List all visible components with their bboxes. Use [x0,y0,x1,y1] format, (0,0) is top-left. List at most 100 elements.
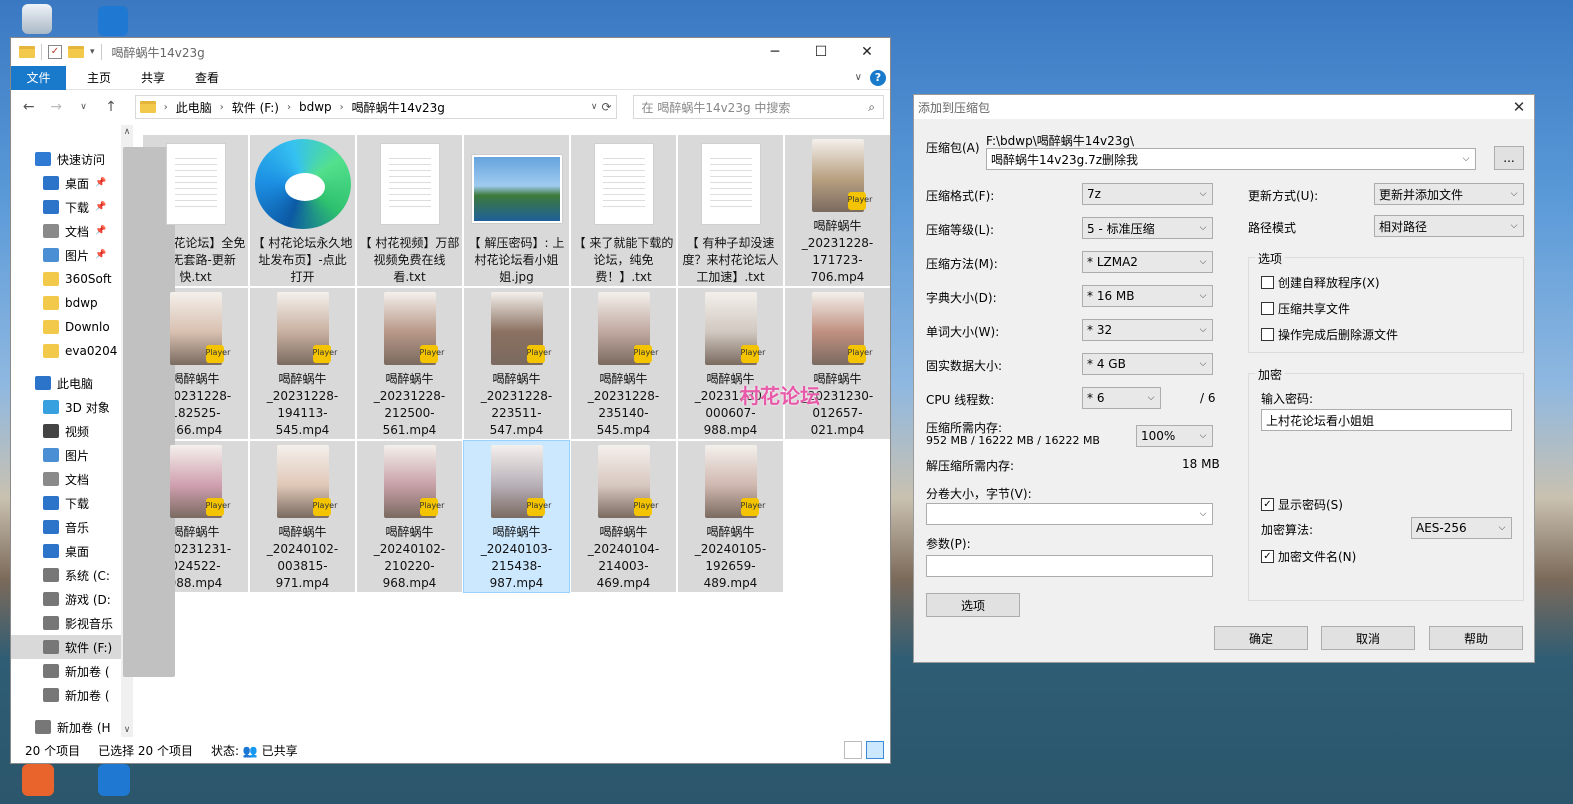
pin-icon[interactable]: 📌 [95,226,106,236]
expand-ribbon-icon[interactable]: ∨ [855,72,862,83]
file-item[interactable]: Player 喝醉蜗牛_20231230-000607-988.mp4 [678,288,783,439]
sidebar-item[interactable]: 视频 [11,419,121,443]
taskbar-app-icon[interactable] [22,764,54,796]
sidebar-item[interactable]: 影视音乐 [11,611,121,635]
format-select[interactable]: 7z ⌵ [1082,183,1213,205]
new-folder-icon[interactable] [68,46,84,58]
sidebar-item[interactable]: 音乐 [11,515,121,539]
help-icon[interactable]: ? [870,69,886,86]
cancel-button[interactable]: 取消 [1321,626,1415,650]
desktop-app-icon[interactable] [98,6,128,36]
enc-method-select[interactable]: AES-256 ⌵ [1411,517,1512,539]
tab-file[interactable]: 文件 [11,65,66,90]
close-icon[interactable]: ✕ [1504,98,1534,116]
breadcrumb-item[interactable]: 软件 (F:) [232,99,279,116]
file-item[interactable]: Player 喝醉蜗牛_20231230-012657-021.mp4 [785,288,890,439]
maximize-icon[interactable]: ☐ [798,38,844,66]
pin-icon[interactable]: 📌 [95,178,106,188]
file-item[interactable]: 【 解压密码】: 上村花论坛看小姐姐.jpg [464,135,569,286]
close-icon[interactable]: ✕ [844,38,890,66]
recycle-bin-icon[interactable] [22,4,52,34]
tab-home[interactable]: 主页 [72,66,126,90]
compress-shared-checkbox[interactable]: 压缩共享文件 [1261,300,1350,317]
chevron-down-icon[interactable]: ∨ [591,102,598,112]
sidebar-item[interactable]: 文档 📌 [11,219,121,243]
file-item[interactable]: Player 喝醉蜗牛_20240103-215438-987.mp4 [463,440,570,593]
scroll-down-icon[interactable]: ∨ [121,725,133,735]
search-icon[interactable]: ⌕ [868,100,875,115]
options-button[interactable]: 选项 [926,593,1020,617]
delete-source-checkbox[interactable]: 操作完成后删除源文件 [1261,326,1398,343]
details-view-icon[interactable] [844,741,862,759]
cpu-select[interactable]: * 6 ⌵ [1082,387,1161,409]
file-item[interactable]: 【 村花视频】万部视频免费在线看.txt [357,135,462,286]
sidebar-scrollbar[interactable]: ∧ ∨ [121,125,175,737]
up-arrow-icon[interactable]: ↑ [99,99,122,115]
forward-arrow-icon[interactable]: → [44,99,67,115]
sidebar-item[interactable]: 新加卷 ( [11,683,121,707]
show-password-checkbox[interactable]: ✓ 显示密码(S) [1261,496,1343,513]
file-item[interactable]: Player 喝醉蜗牛_20231228-223511-547.mp4 [464,288,569,439]
taskbar-app-icon[interactable] [98,764,130,796]
solid-select[interactable]: * 4 GB ⌵ [1082,353,1213,375]
chevron-down-icon[interactable]: ▾ [90,47,95,57]
file-item[interactable]: Player 喝醉蜗牛_20231228-194113-545.mp4 [250,288,355,439]
sidebar-item[interactable]: 新加卷 (H [11,715,121,737]
checkbox-box[interactable] [1261,276,1274,289]
sidebar-item[interactable]: 下载 [11,491,121,515]
sidebar-item[interactable]: bdwp [11,291,121,315]
file-item[interactable]: Player 喝醉蜗牛_20240102-210220-968.mp4 [357,441,462,592]
sidebar-item[interactable]: eva0204 [11,339,121,363]
sidebar-item[interactable]: 桌面 [11,539,121,563]
method-select[interactable]: * LZMA2 ⌵ [1082,251,1213,273]
params-input[interactable] [926,555,1213,577]
tab-share[interactable]: 共享 [126,66,180,90]
breadcrumb-item[interactable]: 喝醉蜗牛14v23g [352,99,445,116]
checkbox-box[interactable] [1261,328,1274,341]
sidebar-item[interactable]: 下载 📌 [11,195,121,219]
chevron-down-icon[interactable]: ⌵ [1457,154,1475,164]
sidebar-item[interactable]: 此电脑 [11,371,121,395]
file-item[interactable]: Player 喝醉蜗牛_20231228-212500-561.mp4 [357,288,462,439]
breadcrumb-item[interactable]: 此电脑 [176,99,212,116]
sidebar-item[interactable]: 软件 (F:) [11,635,121,659]
file-item[interactable]: 【 来了就能下载的论坛，纯免费！】.txt [571,135,676,286]
ok-button[interactable]: 确定 [1214,626,1308,650]
chevron-down-icon[interactable]: ⌵ [1194,509,1212,519]
pin-icon[interactable]: 📌 [95,202,106,212]
file-item[interactable]: 【 村花论坛永久地址发布页】-点此打开 [250,135,355,286]
search-input[interactable]: 在 喝醉蜗牛14v23g 中搜索 ⌕ [632,95,884,119]
path-mode-select[interactable]: 相对路径 ⌵ [1374,215,1524,237]
split-size-combo[interactable]: ⌵ [926,503,1213,525]
recent-locations-icon[interactable]: ∨ [72,102,95,112]
file-item[interactable]: Player 喝醉蜗牛_20240105-192659-489.mp4 [678,441,783,592]
minimize-icon[interactable]: ─ [752,38,798,66]
sidebar-item[interactable]: 系统 (C: [11,563,121,587]
breadcrumb-item[interactable]: bdwp [299,100,332,114]
encrypt-names-checkbox[interactable]: ✓ 加密文件名(N) [1261,548,1356,565]
refresh-icon[interactable]: ⟳ [601,100,611,114]
sidebar-item[interactable]: 图片 [11,443,121,467]
large-icons-view-icon[interactable] [866,741,884,759]
level-select[interactable]: 5 - 标准压缩 ⌵ [1082,217,1213,239]
sidebar-item[interactable]: Downlo [11,315,121,339]
checkbox-box[interactable] [1261,302,1274,315]
file-item[interactable]: Player 喝醉蜗牛_20240102-003815-971.mp4 [250,441,355,592]
address-bar[interactable]: › 此电脑 › 软件 (F:) › bdwp › 喝醉蜗牛14v23g ∨ ⟳ [134,95,617,119]
sidebar-item[interactable]: 360Soft [11,267,121,291]
file-item[interactable]: Player 喝醉蜗牛_20231228-171723-706.mp4 [785,135,890,286]
browse-button[interactable]: ... [1494,146,1524,170]
password-input[interactable]: 上村花论坛看小姐姐 [1261,409,1512,431]
file-item[interactable]: 【 有种子却没速度？来村花论坛人工加速】.txt [678,135,783,286]
scrollbar-thumb[interactable] [123,147,175,677]
sidebar-item[interactable]: 桌面 📌 [11,171,121,195]
archive-name-combo[interactable]: 喝醉蜗牛14v23g.7z删除我 ⌵ [986,148,1476,170]
pin-icon[interactable]: 📌 [95,250,106,260]
help-button[interactable]: 帮助 [1429,626,1523,650]
sidebar-item[interactable]: 新加卷 ( [11,659,121,683]
scroll-up-icon[interactable]: ∧ [121,127,133,137]
dict-select[interactable]: * 16 MB ⌵ [1082,285,1213,307]
sidebar-item[interactable]: 游戏 (D: [11,587,121,611]
checkbox-box[interactable]: ✓ [1261,498,1274,511]
sidebar-item[interactable]: 快速访问 [11,147,121,171]
